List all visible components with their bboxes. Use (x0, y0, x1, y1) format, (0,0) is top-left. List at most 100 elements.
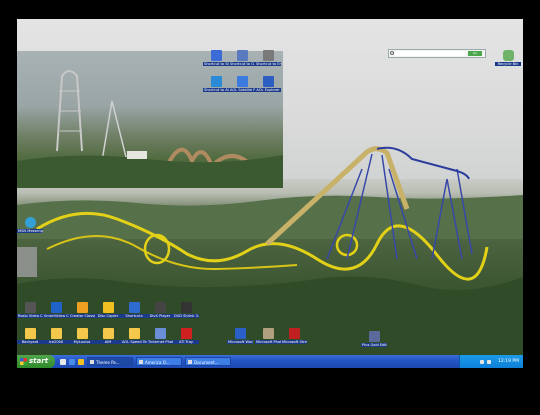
folder-icon (128, 328, 140, 339)
recycle-bin-icon[interactable]: Recycle Bin (495, 50, 521, 66)
quick-launch (60, 358, 84, 365)
icon-label: Roxio Video Capture (17, 314, 43, 318)
start-label: start (29, 357, 49, 365)
icon-label: Microsoft Streets (281, 340, 307, 344)
start-button[interactable]: start (17, 355, 55, 368)
desktop-screen: Go Shortcut to Studio Media Shortcut to … (17, 19, 523, 368)
tray-icon[interactable] (480, 359, 484, 364)
icon-label: Shortcut to AOL Photo Area (203, 88, 229, 92)
taskbar: start Theme Pa... America O... Document.… (17, 355, 523, 368)
desktop-icon[interactable]: Microsoft Word (227, 328, 253, 344)
folder-icon (24, 328, 36, 339)
desktop-icon[interactable]: MSN Messenger (17, 217, 43, 233)
desktop-icon[interactable]: Plus Gold Edition (361, 331, 387, 347)
icon-label: Disc Copier (95, 314, 121, 318)
taskbar-button-label: Document... (194, 360, 219, 365)
wallpaper-inset-photo (17, 51, 283, 188)
desktop-icon[interactable]: Tinternet Photo Tools (147, 328, 173, 344)
internet-explorer-icon[interactable] (69, 358, 75, 365)
word-icon (234, 328, 246, 339)
folder-icon (50, 328, 62, 339)
shortcut-icon (210, 76, 222, 87)
icon-label: SmartVideo CREATE (43, 314, 69, 318)
window-icon (90, 360, 94, 364)
desktop-icon[interactable]: Backyard (17, 328, 43, 344)
desktop-icon[interactable]: DVD Shrink 3.2 (173, 302, 199, 318)
icon-label: Ice2000 (43, 340, 69, 344)
shortcut-icon (236, 76, 248, 87)
windows-logo-icon (20, 358, 27, 365)
taskbar-button-label: America O... (145, 360, 170, 365)
desktop-icon[interactable]: MyLouisa (69, 328, 95, 344)
desktop-icon[interactable]: Shortcut to Studio Media (203, 50, 229, 66)
program-icon (288, 328, 300, 339)
program-icon (154, 328, 166, 339)
desktop-icon[interactable]: DivX Player (147, 302, 173, 318)
program-icon (368, 331, 380, 342)
program-icon (50, 302, 62, 313)
icon-label: AOL Explorer (255, 88, 281, 92)
icon-label: Plus Gold Edition (361, 343, 387, 347)
desktop-icon[interactable]: AOL Speed Test (121, 328, 147, 344)
search-icon (390, 51, 394, 55)
desktop-icon[interactable]: ATI Tray (173, 328, 199, 344)
program-icon (262, 328, 274, 339)
icon-label: Tinternet Photo Tools (147, 340, 173, 344)
icon-label: Microsoft Word (227, 340, 253, 344)
program-icon (154, 302, 166, 313)
tray-icon[interactable] (487, 359, 491, 364)
icon-label: Shortcut to G Stick Pro (229, 62, 255, 66)
desktop-icon[interactable]: SmartVideo CREATE (43, 302, 69, 318)
desktop-icon[interactable]: Ice2000 (43, 328, 69, 344)
icon-label: MyLouisa (69, 340, 95, 344)
icon-label: Backyard (17, 340, 43, 344)
icon-label: Microsoft Photo Story (255, 340, 281, 344)
desktop-icon[interactable]: Shortcut to G Stick Pro (229, 50, 255, 66)
media-player-icon[interactable] (78, 358, 84, 365)
clock[interactable]: 12:19 PM (498, 359, 519, 364)
icon-label: Shortcut to Studio Media (203, 62, 229, 66)
folder-icon (76, 328, 88, 339)
messenger-icon (24, 217, 36, 228)
desktop-icon[interactable]: Creator Classic (69, 302, 95, 318)
desktop-icon[interactable]: Shortcut to AOL Photo Area (203, 76, 229, 92)
icon-label: ATI Tray (173, 340, 199, 344)
taskbar-button[interactable]: Theme Pa... (87, 357, 133, 366)
search-go-button[interactable]: Go (468, 51, 482, 56)
program-icon (180, 302, 192, 313)
folder-icon (102, 328, 114, 339)
shortcut-icon (262, 76, 274, 87)
icon-label: Shortcut to Email Fe. (255, 62, 281, 66)
desktop-icon[interactable]: Microsoft Photo Story (255, 328, 281, 344)
icon-label: Shortcuts (121, 314, 147, 318)
shortcut-icon (236, 50, 248, 61)
shortcut-icon (210, 50, 222, 61)
desktop-icon[interactable]: Roxio Video Capture (17, 302, 43, 318)
desktop-search-bar[interactable]: Go (388, 49, 486, 58)
icon-label: AIM (95, 340, 121, 344)
desktop-icon[interactable]: Disc Copier (95, 302, 121, 318)
desktop-icon[interactable]: AIM (95, 328, 121, 344)
desktop-icon[interactable]: Microsoft Streets (281, 328, 307, 344)
icon-label: Recycle Bin (495, 62, 521, 66)
program-icon (102, 302, 114, 313)
window-icon (139, 360, 143, 364)
desktop-icon[interactable]: Shortcuts (121, 302, 147, 318)
inset-coaster-illustration (17, 70, 283, 188)
program-icon (180, 328, 192, 339)
system-tray: 12:19 PM (459, 355, 523, 368)
icon-label: Creator Classic (69, 314, 95, 318)
program-icon (76, 302, 88, 313)
taskbar-button[interactable]: Document... (185, 357, 231, 366)
icon-label: MSN Messenger (17, 229, 43, 233)
recycle-icon (502, 50, 514, 61)
desktop-icon[interactable]: Shortcut to Email Fe. (255, 50, 281, 66)
icon-label: AOL Satelite Picture (229, 88, 255, 92)
show-desktop-icon[interactable] (60, 358, 66, 365)
search-input[interactable] (395, 51, 465, 56)
desktop-icon[interactable]: AOL Satelite Picture (229, 76, 255, 92)
desktop-icon[interactable]: AOL Explorer (255, 76, 281, 92)
shortcut-icon (262, 50, 274, 61)
taskbar-button[interactable]: America O... (136, 357, 182, 366)
icon-label: DivX Player (147, 314, 173, 318)
